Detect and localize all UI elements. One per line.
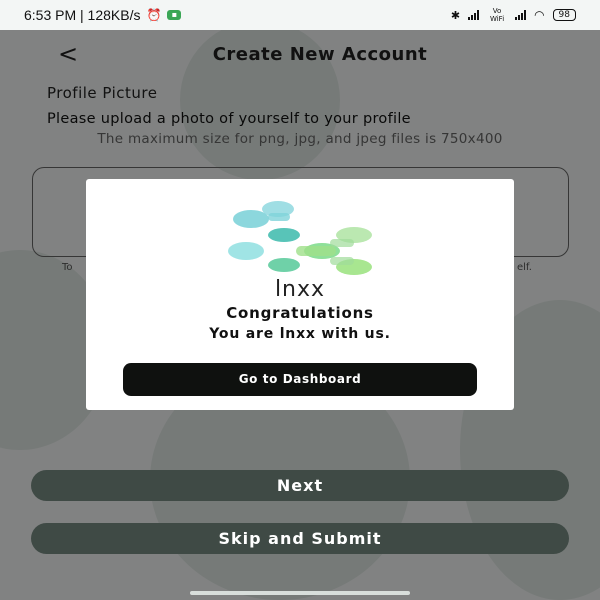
next-button[interactable]: Next [31,470,569,501]
page-title: Create New Account [212,44,428,65]
go-to-dashboard-button[interactable]: Go to Dashboard [123,363,477,396]
wifi-icon: ◠ [534,8,545,22]
success-modal: lnxx Congratulations You are lnxx with u… [86,179,514,410]
lnxx-logo-icon [228,201,372,275]
signal-icon [515,10,527,20]
alarm-off-icon: ⏰ [146,8,162,22]
notification-badge-icon: ▪ [167,10,182,20]
status-bar: 6:53 PM | 128KB/s ⏰ ▪ ✱ Vo WiFi ◠ 98 [0,0,600,30]
modal-heading: Congratulations [226,304,374,322]
header: < Create New Account [0,40,600,70]
battery-icon: 98 [552,9,576,21]
volte-wifi-label: Vo WiFi [489,7,505,23]
skip-and-submit-button[interactable]: Skip and Submit [31,523,569,554]
home-indicator[interactable] [190,591,410,595]
status-time: 6:53 PM | 128KB/s [24,7,141,23]
modal-message: You are lnxx with us. [209,326,391,342]
signal-icon [468,10,480,20]
logo-text: lnxx [274,277,326,302]
bluetooth-icon: ✱ [450,8,461,22]
